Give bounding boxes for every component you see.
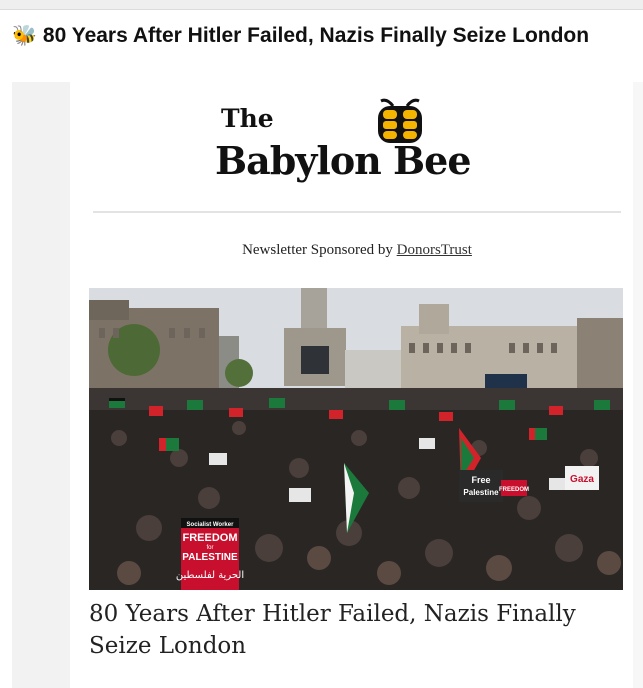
- babylon-bee-logo[interactable]: The Babylon Bee: [215, 98, 505, 190]
- article-hero-image[interactable]: Socialist Worker FREEDOM for PALESTINE ا…: [89, 288, 623, 590]
- sign-for: for: [206, 545, 213, 551]
- sponsor-prefix: Newsletter Sponsored by: [242, 242, 393, 258]
- sign-free: Free: [471, 475, 490, 485]
- article-headline[interactable]: 80 Years After Hitler Failed, Nazis Fina…: [89, 598, 629, 662]
- sponsor-line: Newsletter Sponsored by DonorsTrust: [93, 242, 621, 259]
- sign-palestine: PALESTINE: [182, 552, 238, 563]
- sign-freedom: FREEDOM: [183, 532, 238, 544]
- top-edge: [0, 0, 643, 10]
- protest-photo: Socialist Worker FREEDOM for PALESTINE ا…: [89, 288, 623, 590]
- sign-arabic: الحرية لفلسطين: [176, 570, 244, 581]
- right-gutter: [633, 82, 643, 688]
- sign-gaza: Gaza: [570, 474, 594, 485]
- bee-logo-icon: [378, 98, 422, 143]
- divider: [93, 211, 621, 213]
- email-subject: 🐝 80 Years After Hitler Failed, Nazis Fi…: [12, 24, 637, 48]
- left-gutter: [12, 82, 70, 688]
- sign-socialist-worker: Socialist Worker: [187, 522, 235, 528]
- logo-the: The: [221, 104, 274, 133]
- bee-icon: 🐝: [12, 25, 37, 47]
- sign-free-palestine: Palestine: [463, 488, 499, 497]
- logo-name: Babylon Bee: [215, 138, 472, 183]
- sign-freedom-small: FREEDOM: [499, 487, 529, 493]
- email-subject-text: 80 Years After Hitler Failed, Nazis Fina…: [42, 24, 590, 47]
- sponsor-link[interactable]: DonorsTrust: [397, 242, 472, 258]
